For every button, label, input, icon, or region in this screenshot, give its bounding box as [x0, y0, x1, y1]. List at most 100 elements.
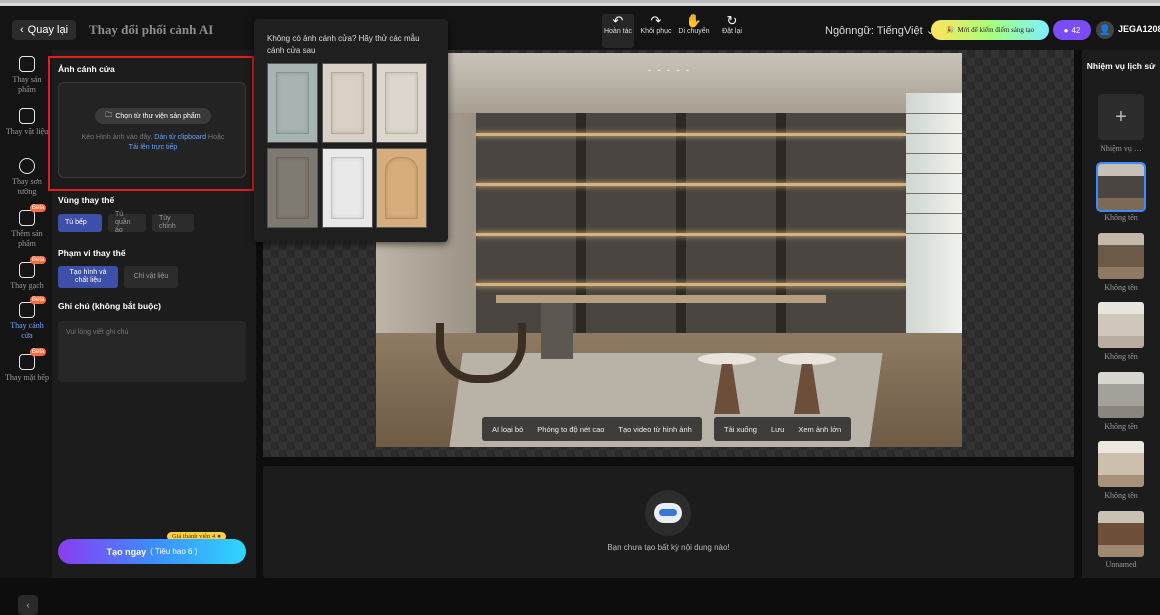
door-icon: Beta [19, 296, 47, 318]
thumb-band [1098, 302, 1144, 314]
sidebar-item-replace-material[interactable]: Thay vật liệu [4, 108, 50, 137]
door-sample-1[interactable] [267, 63, 318, 143]
chevron-left-icon: ‹ [19, 24, 24, 36]
photo-desk-leg [541, 303, 573, 359]
history-item-label: Không tên [1104, 213, 1138, 222]
option-custom[interactable]: Tùy chỉnh [152, 214, 194, 232]
download-button[interactable]: Tải xuống [724, 425, 757, 434]
popover-text: Không có ảnh cánh cửa? Hãy thử các mẫu c… [267, 34, 420, 55]
new-task-label: Nhiệm vụ … [1100, 144, 1142, 153]
thumb-band [1098, 453, 1144, 475]
blind-slat [906, 153, 962, 154]
sidebar-item-tiles[interactable]: Beta Thay gạch [4, 256, 50, 291]
redo-label: Khôi phục [640, 28, 672, 35]
thumb-band [1098, 314, 1144, 336]
coin-icon: ● [1063, 25, 1069, 35]
strip-shade [0, 0, 1160, 3]
history-thumb[interactable] [1098, 441, 1144, 487]
credits-badge[interactable]: ● 42 [1053, 20, 1091, 40]
hand-icon: ✋ [685, 13, 703, 28]
option-material-only[interactable]: Chỉ vật liệu [124, 266, 178, 288]
beta-badge: Beta [30, 296, 47, 304]
note-placeholder: Vui lòng viết ghi chú [66, 329, 129, 336]
image-actions-toolbar: AI loại bỏ Phóng to độ nét cao Tạo video… [482, 417, 702, 441]
canvas-tools: ↶ Hoàn tác ↷ Khôi phục ✋ Di chuyển ↻ Đặt… [602, 14, 748, 50]
photo-desk [496, 295, 826, 303]
save-button[interactable]: Lưu [771, 425, 784, 434]
new-task-button[interactable]: + [1098, 94, 1144, 140]
option-shape-and-material[interactable]: Tạo hình và chất liệu [58, 266, 118, 288]
interior-photo[interactable]: - - - - - [376, 53, 962, 447]
sidebar-item-label: Thay gạch [10, 281, 44, 290]
invite-promo-button[interactable]: 🎉 Mời để kiếm điểm sáng tạo [931, 20, 1049, 40]
thumb-band [1098, 523, 1144, 545]
cube-icon [19, 56, 35, 72]
photo-stool [778, 353, 836, 365]
blind-slat [906, 113, 962, 114]
language-label: Ngônngữ: TiếngViệt [825, 25, 923, 37]
empty-result-text: Bạn chưa tạo bất kỳ nội dung nào! [607, 543, 730, 552]
add-product-icon: Beta [19, 204, 47, 226]
photo-window [906, 93, 962, 353]
shelf-light [476, 133, 906, 136]
reset-button[interactable]: ↻ Đặt lại [716, 14, 748, 48]
history-sidebar: Nhiệm vụ lịch sử + Nhiệm vụ … Không tên … [1082, 50, 1160, 578]
option-kitchen-cabinet[interactable]: Tủ bếp [58, 214, 102, 232]
history-thumb[interactable] [1098, 372, 1144, 418]
page-title: Thay đổi phối cảnh AI [89, 22, 214, 37]
result-area: Bạn chưa tạo bất kỳ nội dung nào! [263, 466, 1074, 578]
sidebar-item-door[interactable]: Beta Thay cánh cửa [4, 296, 50, 341]
thumb-band [1098, 164, 1144, 176]
shelf-light [476, 283, 906, 286]
history-thumb[interactable] [1096, 162, 1146, 212]
language-select[interactable]: Ngônngữ: TiếngViệt ⌄ [825, 24, 935, 37]
party-icon: 🎉 [945, 26, 955, 34]
collapse-sidebar-button[interactable]: ‹ [18, 595, 38, 615]
thumb-band [1098, 511, 1144, 523]
sidebar-item-countertop[interactable]: Beta Thay mặt bếp [4, 348, 50, 383]
app-header: ‹ Quay lại Thay đổi phối cảnh AI ↶ Hoàn … [0, 6, 1160, 50]
replace-area-options: Tủ bếp Tủ quần áo Tùy chỉnh [58, 211, 194, 234]
sidebar-item-wall-paint[interactable]: Thay sơn tường [4, 158, 50, 197]
user-avatar-icon[interactable]: 👤 [1096, 21, 1114, 39]
history-thumb[interactable] [1098, 511, 1144, 557]
username[interactable]: JEGA1208 [1118, 24, 1160, 34]
thumb-band [1098, 406, 1144, 418]
redo-button[interactable]: ↷ Khôi phục [640, 14, 672, 48]
history-thumb[interactable] [1098, 233, 1144, 279]
blind-slat [906, 133, 962, 134]
thumb-band [1098, 176, 1144, 198]
door-sample-3[interactable] [376, 63, 427, 143]
history-thumb[interactable] [1098, 302, 1144, 348]
door-sample-2[interactable] [322, 63, 373, 143]
sidebar-item-add-product[interactable]: Beta Thêm sản phẩm [4, 204, 50, 249]
undo-icon: ↶ [612, 13, 624, 28]
tile-icon: Beta [19, 256, 47, 278]
move-button[interactable]: ✋ Di chuyển [678, 14, 710, 48]
replace-area-title: Vùng thay thế [58, 195, 115, 205]
option-wardrobe[interactable]: Tủ quần áo [108, 211, 146, 234]
door-sample-4[interactable] [267, 148, 318, 228]
sidebar-item-label: Thay sản phẩm [12, 75, 42, 94]
material-icon [19, 108, 35, 124]
note-textarea[interactable]: Vui lòng viết ghi chú [58, 321, 246, 382]
history-item-label: Không tên [1104, 491, 1138, 500]
door-sample-6[interactable] [376, 148, 427, 228]
ai-remove-button[interactable]: AI loại bỏ [492, 425, 523, 434]
history-item-label: Không tên [1104, 283, 1138, 292]
thumb-band [1098, 372, 1144, 384]
sidebar-item-label: Thay vật liệu [5, 127, 49, 136]
sidebar-item-replace-product[interactable]: Thay sản phẩm [4, 56, 50, 95]
create-now-button[interactable]: Tạo ngay ( Tiêu hao 6 ) [58, 539, 246, 564]
thumb-band [1098, 245, 1144, 267]
door-sample-5[interactable] [322, 148, 373, 228]
image-to-video-button[interactable]: Tạo video từ hình ảnh [618, 425, 691, 434]
sidebar-item-label: Thay sơn tường [12, 177, 42, 196]
undo-button[interactable]: ↶ Hoàn tác [602, 14, 634, 48]
upscale-button[interactable]: Phóng to độ nét cao [537, 425, 604, 434]
history-item-label: Không tên [1104, 422, 1138, 431]
back-button[interactable]: ‹ Quay lại [12, 20, 76, 40]
blind-slat [906, 233, 962, 234]
back-label: Quay lại [27, 24, 69, 36]
view-large-button[interactable]: Xem ảnh lớn [798, 425, 841, 434]
